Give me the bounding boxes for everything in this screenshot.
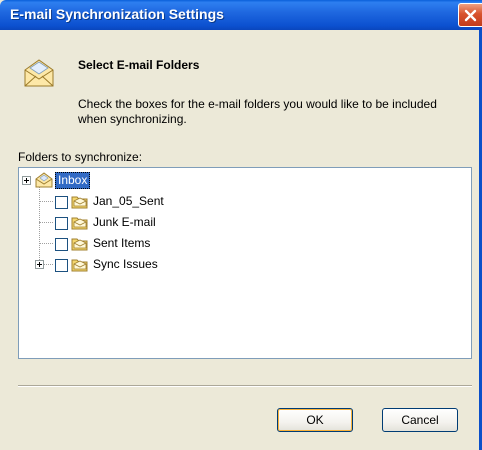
- tree-item-sent-items[interactable]: Sent Items: [19, 235, 219, 253]
- folder-icon: [71, 236, 89, 254]
- folder-tree[interactable]: Inbox Jan_05_Sent Junk E-mail Sent Items…: [18, 167, 472, 359]
- tree-item-sync-issues[interactable]: Sync Issues: [19, 256, 219, 274]
- close-icon: [464, 9, 477, 22]
- tree-item-label[interactable]: Junk E-mail: [91, 215, 158, 230]
- checkbox[interactable]: [55, 196, 68, 209]
- tree-item-label[interactable]: Jan_05_Sent: [91, 194, 166, 209]
- tree-item-label[interactable]: Sent Items: [91, 236, 152, 251]
- separator: [18, 385, 472, 387]
- tree-item-junk-email[interactable]: Junk E-mail: [19, 214, 219, 232]
- title-bar[interactable]: E-mail Synchronization Settings: [0, 0, 482, 30]
- cancel-button[interactable]: Cancel: [382, 408, 458, 432]
- folder-icon: [71, 215, 89, 233]
- checkbox[interactable]: [55, 238, 68, 251]
- checkbox[interactable]: [55, 217, 68, 230]
- inbox-icon: [35, 172, 53, 191]
- close-button[interactable]: [458, 3, 482, 27]
- envelope-icon: [22, 56, 56, 93]
- folders-label: Folders to synchronize:: [18, 150, 143, 164]
- checkbox[interactable]: [55, 259, 68, 272]
- dialog-description: Check the boxes for the e-mail folders y…: [78, 97, 437, 126]
- expand-icon[interactable]: [22, 176, 31, 185]
- expand-icon[interactable]: [35, 260, 44, 269]
- ok-button[interactable]: OK: [277, 408, 353, 432]
- folder-icon: [71, 257, 89, 275]
- dialog-heading: Select E-mail Folders: [78, 58, 200, 72]
- folder-icon: [71, 194, 89, 212]
- tree-item-inbox[interactable]: Inbox: [19, 172, 219, 190]
- tree-item-jan-05-sent[interactable]: Jan_05_Sent: [19, 193, 219, 211]
- window-title: E-mail Synchronization Settings: [10, 6, 224, 22]
- tree-item-label[interactable]: Inbox: [55, 172, 91, 189]
- tree-item-label[interactable]: Sync Issues: [91, 257, 160, 272]
